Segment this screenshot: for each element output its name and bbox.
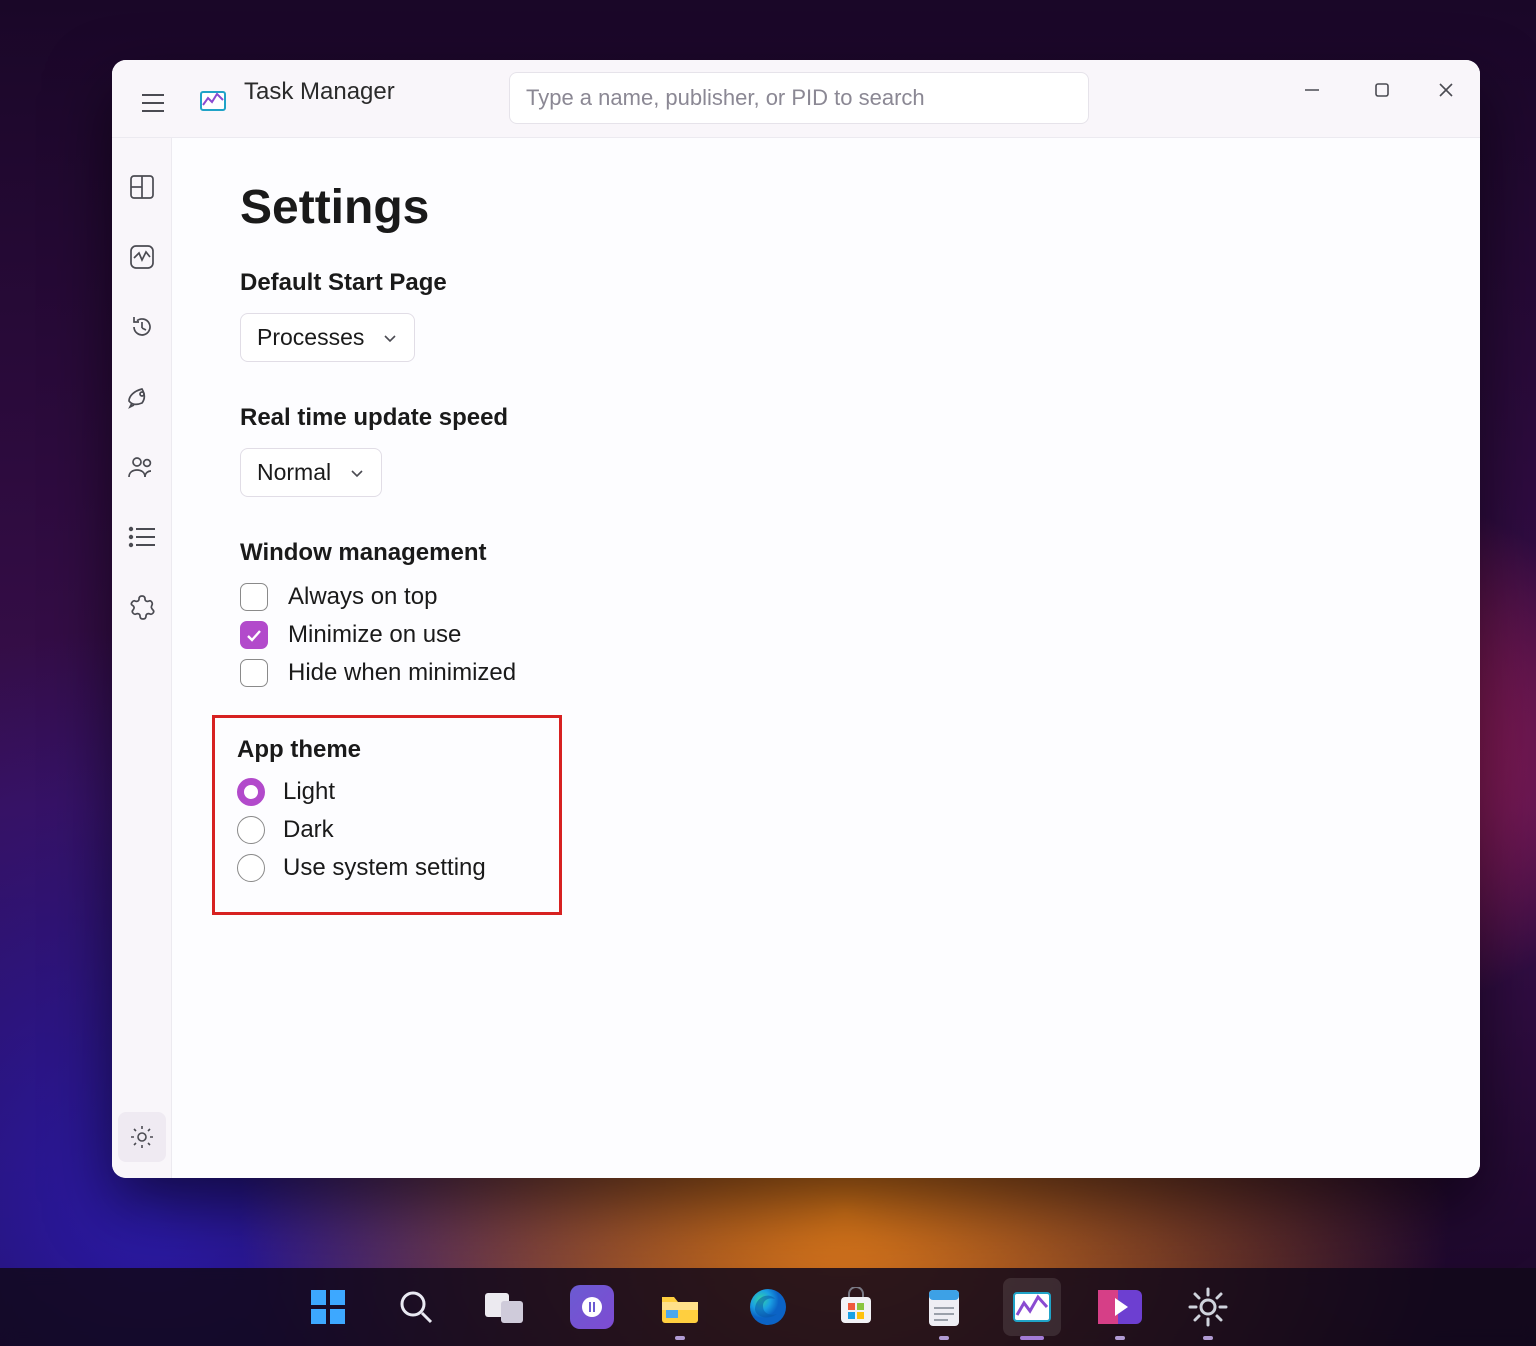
theme-dark-radio[interactable] [237,816,265,844]
chevron-down-icon [382,330,398,346]
nav-processes[interactable] [120,162,164,212]
taskbar-task-view[interactable] [475,1278,533,1336]
nav-details[interactable] [120,512,164,562]
taskbar-notepad[interactable] [915,1278,973,1336]
task-manager-app-icon [198,86,228,116]
titlebar[interactable]: Task Manager [112,60,1480,138]
theme-light-radio[interactable] [237,778,265,806]
theme-system-radio[interactable] [237,854,265,882]
update-speed-combobox[interactable]: Normal [240,448,382,497]
always-on-top-label: Always on top [288,583,437,611]
settings-page: Settings Default Start Page Processes Re… [172,138,1480,1178]
close-button[interactable] [1418,70,1474,110]
theme-system-label: Use system setting [283,854,486,882]
start-page-combobox[interactable]: Processes [240,313,415,362]
maximize-button[interactable] [1354,70,1410,110]
update-speed-label: Real time update speed [240,404,1412,432]
theme-light-label: Light [283,778,335,806]
hide-when-minimized-label: Hide when minimized [288,659,516,687]
page-title: Settings [240,180,1412,235]
app-theme-highlight: App theme Light Dark Use system setting [212,715,562,915]
taskbar-store[interactable] [827,1278,885,1336]
taskbar-chat[interactable] [563,1278,621,1336]
taskbar-running-indicator [1115,1336,1125,1340]
taskbar-file-explorer[interactable] [651,1278,709,1336]
theme-dark-label: Dark [283,816,334,844]
chevron-down-icon [349,465,365,481]
taskbar-active-indicator [1020,1336,1044,1340]
nav-startup-apps[interactable] [120,372,164,422]
taskbar-search[interactable] [387,1278,445,1336]
app-theme-label: App theme [237,736,537,764]
taskbar-windows-settings[interactable] [1179,1278,1237,1336]
start-page-value: Processes [257,324,364,351]
taskbar-start[interactable] [299,1278,357,1336]
update-speed-value: Normal [257,459,331,486]
nav-performance[interactable] [120,232,164,282]
window-management-label: Window management [240,539,1412,567]
nav-app-history[interactable] [120,302,164,352]
nav-users[interactable] [120,442,164,492]
task-manager-window: Task Manager [112,60,1480,1178]
start-page-label: Default Start Page [240,269,1412,297]
minimize-button[interactable] [1284,70,1340,110]
taskbar-clipchamp[interactable] [1091,1278,1149,1336]
minimize-on-use-label: Minimize on use [288,621,461,649]
search-box[interactable] [509,72,1089,124]
nav-settings[interactable] [118,1112,166,1162]
nav-rail [112,138,172,1178]
always-on-top-checkbox[interactable] [240,583,268,611]
search-input[interactable] [526,85,1072,111]
window-title: Task Manager [244,78,395,106]
taskbar-running-indicator [939,1336,949,1340]
hamburger-menu-button[interactable] [134,84,172,122]
taskbar-task-manager[interactable] [1003,1278,1061,1336]
taskbar[interactable] [0,1268,1536,1346]
hide-when-minimized-checkbox[interactable] [240,659,268,687]
taskbar-edge[interactable] [739,1278,797,1336]
taskbar-running-indicator [1203,1336,1213,1340]
minimize-on-use-checkbox[interactable] [240,621,268,649]
nav-services[interactable] [120,582,164,632]
taskbar-running-indicator [675,1336,685,1340]
